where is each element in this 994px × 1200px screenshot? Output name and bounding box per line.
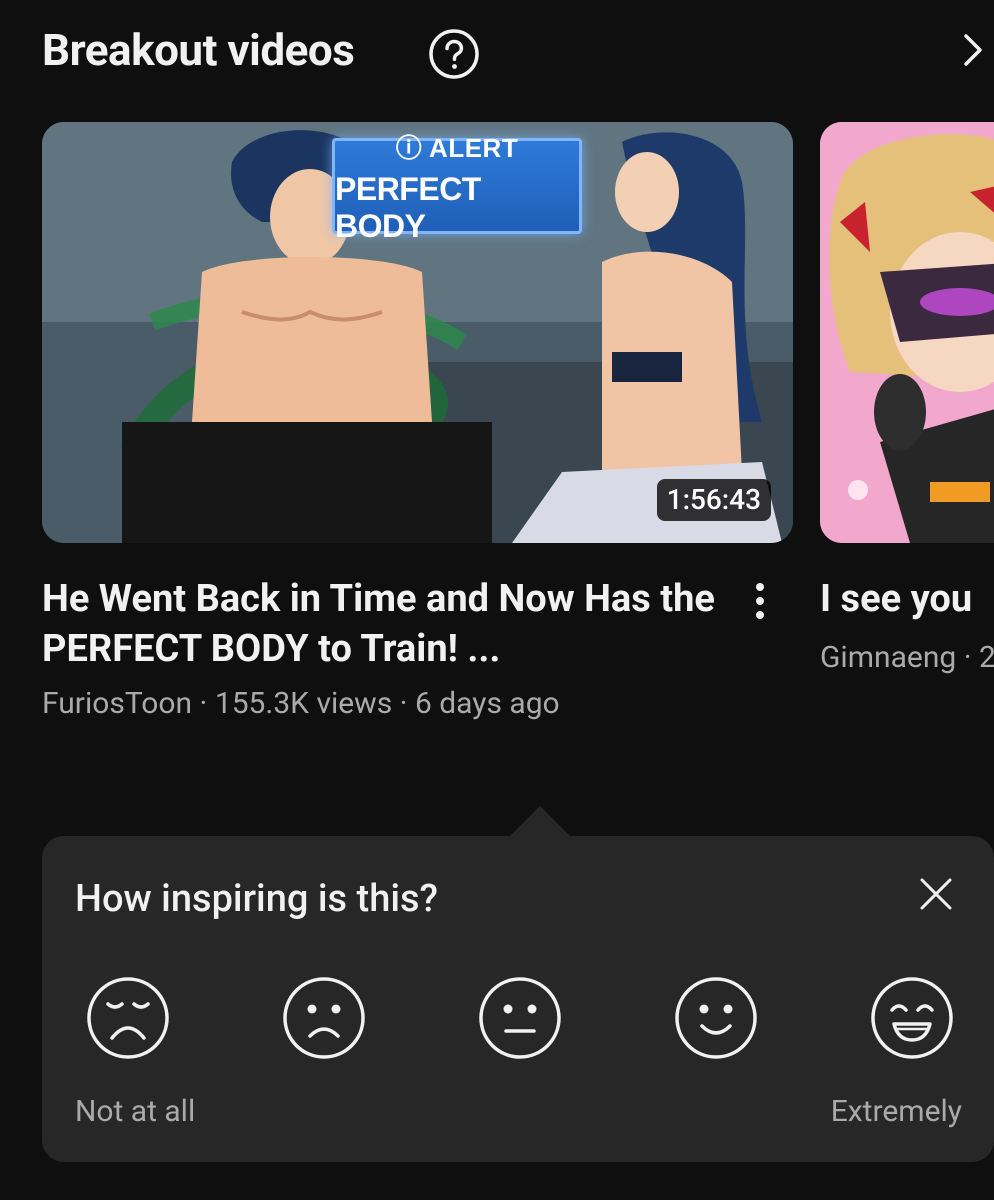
chevron-right-icon[interactable]	[958, 30, 988, 70]
grin-face-icon[interactable]	[870, 976, 954, 1060]
video-metadata-2: Gimnaeng · 2	[820, 638, 994, 678]
section-title: Breakout videos	[42, 24, 355, 76]
thumbnail-alert-banner: ⓘ ALERT PERFECT BODY	[332, 133, 582, 244]
close-icon[interactable]	[918, 876, 954, 912]
view-count: 155.3K views	[214, 686, 393, 721]
rating-label-low: Not at all	[75, 1094, 196, 1129]
rating-label-high: Extremely	[830, 1094, 962, 1129]
thumbnail-alert-text: ⓘ ALERT	[395, 132, 519, 163]
very-sad-face-icon[interactable]	[86, 976, 170, 1060]
meta-truncated: 2	[978, 640, 994, 675]
survey-card: How inspiring is this? Not at all Extrem…	[42, 836, 994, 1162]
video-title-2[interactable]: I see you	[820, 574, 972, 624]
video-metadata: FuriosToon · 155.3K views · 6 days ago	[42, 684, 560, 724]
video-thumbnail-2[interactable]	[820, 122, 994, 543]
survey-pointer	[510, 806, 570, 836]
channel-name-2[interactable]: Gimnaeng	[820, 640, 956, 675]
thumbnail-artwork-2	[820, 122, 994, 543]
meta-separator: ·	[963, 640, 979, 675]
meta-separator: ·	[399, 686, 415, 721]
upload-age: 6 days ago	[414, 686, 560, 721]
meta-separator: ·	[199, 686, 215, 721]
neutral-face-icon[interactable]	[478, 976, 562, 1060]
thumbnail-headline-text: PERFECT BODY	[335, 170, 481, 244]
help-circle-icon[interactable]	[428, 28, 480, 80]
channel-name[interactable]: FuriosToon	[42, 686, 192, 721]
survey-question: How inspiring is this?	[75, 877, 439, 921]
duration-badge: 1:56:43	[656, 479, 771, 521]
more-vert-icon[interactable]	[748, 580, 772, 622]
page: Breakout videos ⓘ ALERT PERFECT BODY 1:5…	[0, 0, 994, 1200]
smile-face-icon[interactable]	[674, 976, 758, 1060]
video-thumbnail[interactable]: ⓘ ALERT PERFECT BODY 1:56:43	[42, 122, 793, 543]
sad-face-icon[interactable]	[282, 976, 366, 1060]
video-title[interactable]: He Went Back in Time and Now Has the PER…	[42, 574, 732, 674]
